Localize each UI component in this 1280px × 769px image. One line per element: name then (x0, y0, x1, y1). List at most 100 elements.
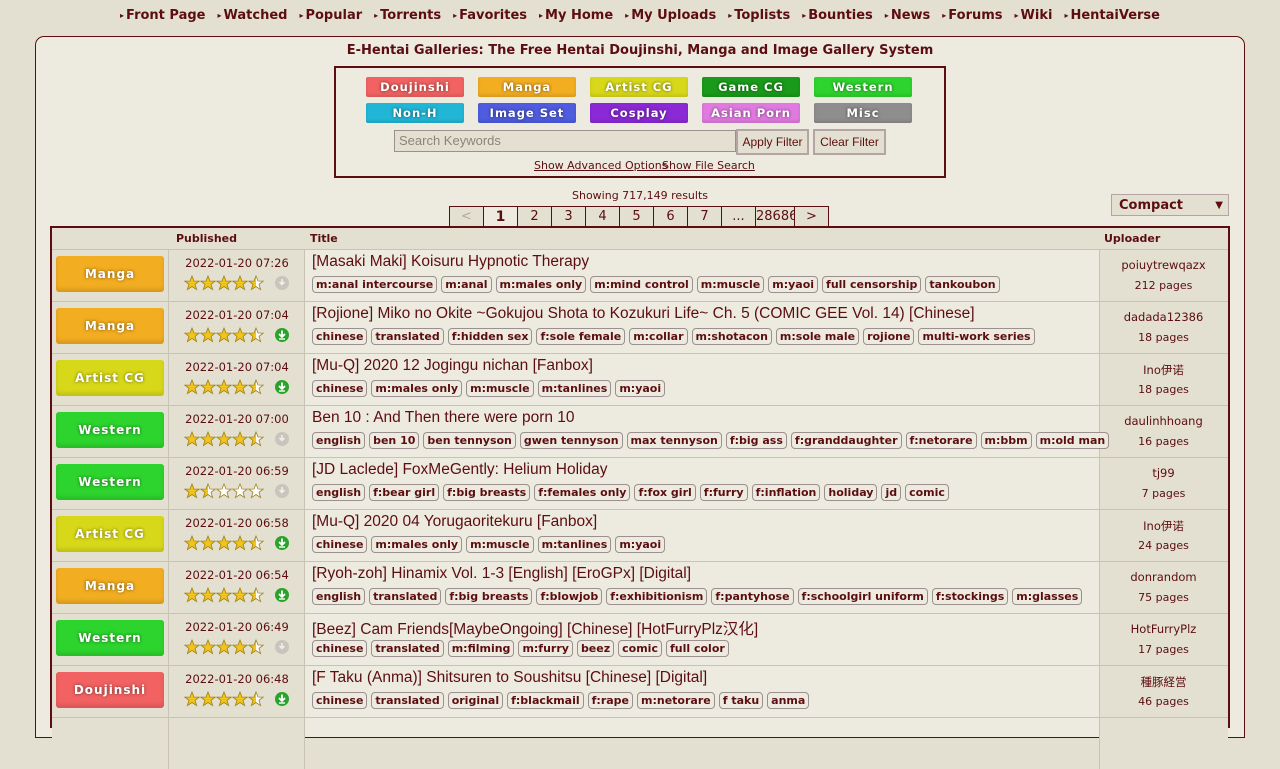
tag[interactable]: multi-work series (918, 328, 1035, 345)
tag[interactable]: m:shotacon (691, 328, 772, 345)
tag[interactable]: m:yaoi (768, 276, 819, 293)
tag[interactable]: ben 10 (369, 432, 420, 449)
tag[interactable]: chinese (312, 536, 368, 553)
tag[interactable]: english (312, 588, 366, 605)
tag[interactable]: comic (905, 484, 949, 501)
tag[interactable]: gwen tennyson (519, 432, 623, 449)
gallery-title-link[interactable]: [Mu-Q] 2020 04 Yorugaoritekuru [Fanbox] (312, 513, 597, 531)
tag[interactable]: chinese (312, 640, 368, 657)
nav-item-my-home[interactable]: ▸ My Home (539, 0, 613, 32)
tag[interactable]: f:big breasts (445, 588, 533, 605)
tag[interactable]: m:muscle (466, 380, 534, 397)
tag[interactable]: f:blowjob (536, 588, 603, 605)
gallery-title-link[interactable]: [Rojione] Miko no Okite ~Gokujou Shota t… (312, 305, 975, 323)
page-link[interactable]: 3 (552, 207, 586, 227)
nav-item-torrents[interactable]: ▸ Torrents (374, 0, 441, 32)
category-toggle-game-cg[interactable]: Game CG (702, 77, 800, 97)
category-badge[interactable]: Western (56, 464, 164, 500)
tag[interactable]: m:glasses (1012, 588, 1083, 605)
nav-item-forums[interactable]: ▸ Forums (942, 0, 1002, 32)
nav-item-popular[interactable]: ▸ Popular (299, 0, 362, 32)
uploader-link[interactable]: Ino伊诺 (1099, 518, 1228, 534)
tag[interactable]: translated (369, 588, 442, 605)
tag[interactable]: f:schoolgirl uniform (797, 588, 928, 605)
title-header[interactable]: Title (310, 232, 338, 245)
torrent-download-icon[interactable] (275, 692, 289, 706)
view-mode-select[interactable]: Compact ▼ (1111, 194, 1229, 216)
nav-item-hentaiverse[interactable]: ▸ HentaiVerse (1064, 0, 1160, 32)
tag[interactable]: f:granddaughter (790, 432, 902, 449)
nav-item-watched[interactable]: ▸ Watched (217, 0, 287, 32)
tag[interactable]: holiday (824, 484, 878, 501)
category-badge[interactable]: Doujinshi (56, 672, 164, 708)
tag[interactable]: f:big ass (725, 432, 787, 449)
tag[interactable]: f:pantyhose (711, 588, 794, 605)
tag[interactable]: full color (665, 640, 729, 657)
tag[interactable]: f:netorare (905, 432, 977, 449)
tag[interactable]: beez (576, 640, 615, 657)
page-link[interactable]: < (450, 207, 484, 227)
category-toggle-artist-cg[interactable]: Artist CG (590, 77, 688, 97)
page-link[interactable]: 2 (518, 207, 552, 227)
uploader-link[interactable]: HotFurryPlz (1099, 622, 1228, 636)
tag[interactable]: f:sole female (536, 328, 626, 345)
tag[interactable]: m:anal (441, 276, 492, 293)
torrent-download-icon[interactable] (275, 380, 289, 394)
file-search-link[interactable]: Show File Search (662, 159, 755, 172)
tag[interactable]: m:muscle (466, 536, 534, 553)
category-toggle-misc[interactable]: Misc (814, 103, 912, 123)
tag[interactable]: chinese (312, 380, 368, 397)
uploader-header[interactable]: Uploader (1104, 232, 1160, 245)
torrent-download-icon[interactable] (275, 328, 289, 342)
category-badge[interactable]: Western (56, 620, 164, 656)
tag[interactable]: f:hidden sex (447, 328, 533, 345)
tag[interactable]: m:netorare (637, 692, 715, 709)
tag[interactable]: m:tanlines (537, 536, 612, 553)
tag[interactable]: chinese (312, 328, 368, 345)
tag[interactable]: chinese (312, 692, 368, 709)
torrent-download-icon[interactable] (275, 536, 289, 550)
tag[interactable]: f:fox girl (634, 484, 696, 501)
category-badge[interactable]: Western (56, 412, 164, 448)
category-toggle-image-set[interactable]: Image Set (478, 103, 576, 123)
category-toggle-western[interactable]: Western (814, 77, 912, 97)
tag[interactable]: f:females only (534, 484, 631, 501)
uploader-link[interactable]: poiuytrewqazx (1099, 258, 1228, 272)
tag[interactable]: m:tanlines (537, 380, 612, 397)
uploader-link[interactable]: Ino伊诺 (1099, 362, 1228, 378)
category-toggle-cosplay[interactable]: Cosplay (590, 103, 688, 123)
tag[interactable]: tankoubon (925, 276, 1000, 293)
tag[interactable]: rojione (863, 328, 915, 345)
category-toggle-non-h[interactable]: Non-H (366, 103, 464, 123)
advanced-options-link[interactable]: Show Advanced Options (534, 159, 667, 172)
tag[interactable]: f taku (718, 692, 764, 709)
tag[interactable]: f:furry (699, 484, 748, 501)
category-badge[interactable]: Manga (56, 256, 164, 292)
uploader-link[interactable]: daulinhhoang (1099, 414, 1228, 428)
nav-item-my-uploads[interactable]: ▸ My Uploads (625, 0, 716, 32)
tag[interactable]: m:males only (495, 276, 587, 293)
tag[interactable]: f:blackmail (507, 692, 584, 709)
tag[interactable]: m:yaoi (615, 380, 666, 397)
tag[interactable]: m:bbm (980, 432, 1032, 449)
tag[interactable]: m:collar (629, 328, 688, 345)
tag[interactable]: f:exhibitionism (606, 588, 708, 605)
gallery-title-link[interactable]: [JD Laclede] FoxMeGently: Helium Holiday (312, 461, 607, 479)
nav-item-bounties[interactable]: ▸ Bounties (802, 0, 873, 32)
gallery-title-link[interactable]: [Ryoh-zoh] Hinamix Vol. 1-3 [English] [E… (312, 565, 691, 583)
nav-item-favorites[interactable]: ▸ Favorites (453, 0, 527, 32)
nav-item-news[interactable]: ▸ News (885, 0, 930, 32)
tag[interactable]: anma (767, 692, 810, 709)
nav-item-toplists[interactable]: ▸ Toplists (728, 0, 790, 32)
tag[interactable]: translated (371, 328, 444, 345)
nav-item-wiki[interactable]: ▸ Wiki (1015, 0, 1053, 32)
tag[interactable]: m:filming (447, 640, 515, 657)
category-toggle-doujinshi[interactable]: Doujinshi (366, 77, 464, 97)
tag[interactable]: m:sole male (775, 328, 860, 345)
category-badge[interactable]: Manga (56, 568, 164, 604)
tag[interactable]: m:males only (371, 380, 463, 397)
page-link[interactable]: 4 (586, 207, 620, 227)
gallery-title-link[interactable]: Ben 10 : And Then there were porn 10 (312, 409, 575, 427)
search-input[interactable]: Search Keywords (394, 130, 736, 152)
category-badge[interactable]: Artist CG (56, 516, 164, 552)
